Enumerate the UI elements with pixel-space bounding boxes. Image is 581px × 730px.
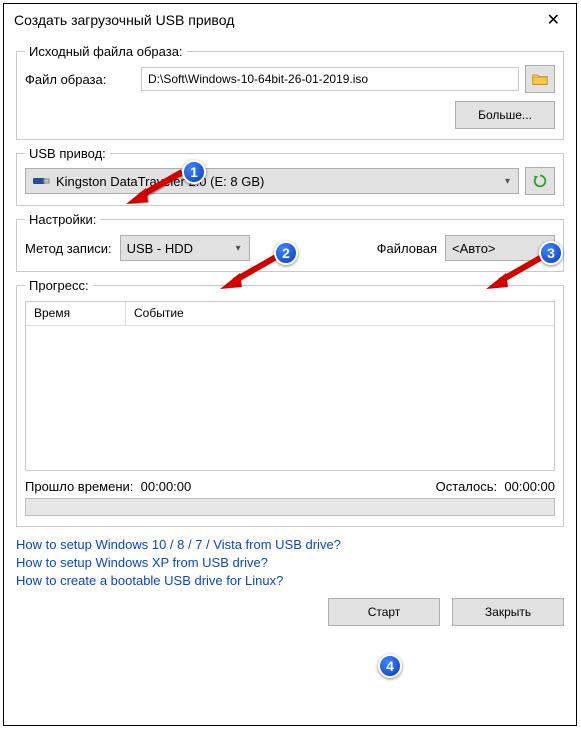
progress-list: Время Событие xyxy=(25,301,555,471)
window-title: Создать загрузочный USB привод xyxy=(14,12,234,28)
write-method-select[interactable]: USB - HDD ▾ xyxy=(120,235,250,261)
start-button[interactable]: Старт xyxy=(328,598,440,626)
badge-4: 4 xyxy=(378,654,402,678)
usb-group: USB привод: Kingston DataTraveler 2.0 (E… xyxy=(16,146,564,206)
imagefile-group: Исходный файла образа: Файл образа: Боль… xyxy=(16,44,564,140)
filesystem-value: <Авто> xyxy=(452,241,496,256)
link-windows-guide[interactable]: How to setup Windows 10 / 8 / 7 / Vista … xyxy=(16,537,564,552)
filesystem-label: Файловая xyxy=(377,241,437,256)
settings-group-title: Настройки: xyxy=(25,212,100,227)
usb-selected-label: Kingston DataTraveler 2.0 (E: 8 GB) xyxy=(56,174,264,189)
usb-stick-icon xyxy=(32,175,50,187)
link-linux-guide[interactable]: How to create a bootable USB drive for L… xyxy=(16,573,564,588)
chevron-down-icon: ▾ xyxy=(541,243,546,254)
titlebar: Создать загрузочный USB привод ✕ xyxy=(4,4,576,34)
more-button[interactable]: Больше... xyxy=(455,101,555,129)
usb-drive-select[interactable]: Kingston DataTraveler 2.0 (E: 8 GB) ▾ xyxy=(25,168,519,194)
write-method-label: Метод записи: xyxy=(25,241,112,256)
help-links: How to setup Windows 10 / 8 / 7 / Vista … xyxy=(16,537,564,588)
progress-bar xyxy=(25,498,555,516)
filesystem-select[interactable]: <Авто> ▾ xyxy=(445,235,555,261)
col-event: Событие xyxy=(126,302,554,326)
progress-group: Прогресс: Время Событие Прошло времени: … xyxy=(16,278,564,527)
refresh-icon xyxy=(532,172,548,190)
link-xp-guide[interactable]: How to setup Windows XP from USB drive? xyxy=(16,555,564,570)
remaining-text: Осталось: 00:00:00 xyxy=(436,479,555,494)
usb-group-title: USB привод: xyxy=(25,146,110,161)
chevron-down-icon: ▾ xyxy=(236,243,241,254)
chevron-down-icon: ▾ xyxy=(505,176,510,187)
folder-icon xyxy=(532,71,548,87)
close-button[interactable]: Закрыть xyxy=(452,598,564,626)
footer-buttons: Старт Закрыть xyxy=(16,598,564,626)
progress-group-title: Прогресс: xyxy=(25,278,93,293)
refresh-button[interactable] xyxy=(525,167,555,195)
browse-button[interactable] xyxy=(525,65,555,93)
imagefile-group-title: Исходный файла образа: xyxy=(25,44,187,59)
settings-group: Настройки: Метод записи: USB - HDD ▾ Фай… xyxy=(16,212,564,272)
imagefile-input[interactable] xyxy=(141,67,519,91)
elapsed-text: Прошло времени: 00:00:00 xyxy=(25,479,191,494)
imagefile-label: Файл образа: xyxy=(25,72,135,87)
write-method-value: USB - HDD xyxy=(127,241,193,256)
list-headers: Время Событие xyxy=(26,302,554,326)
close-icon[interactable]: ✕ xyxy=(541,10,566,30)
col-time: Время xyxy=(26,302,126,326)
